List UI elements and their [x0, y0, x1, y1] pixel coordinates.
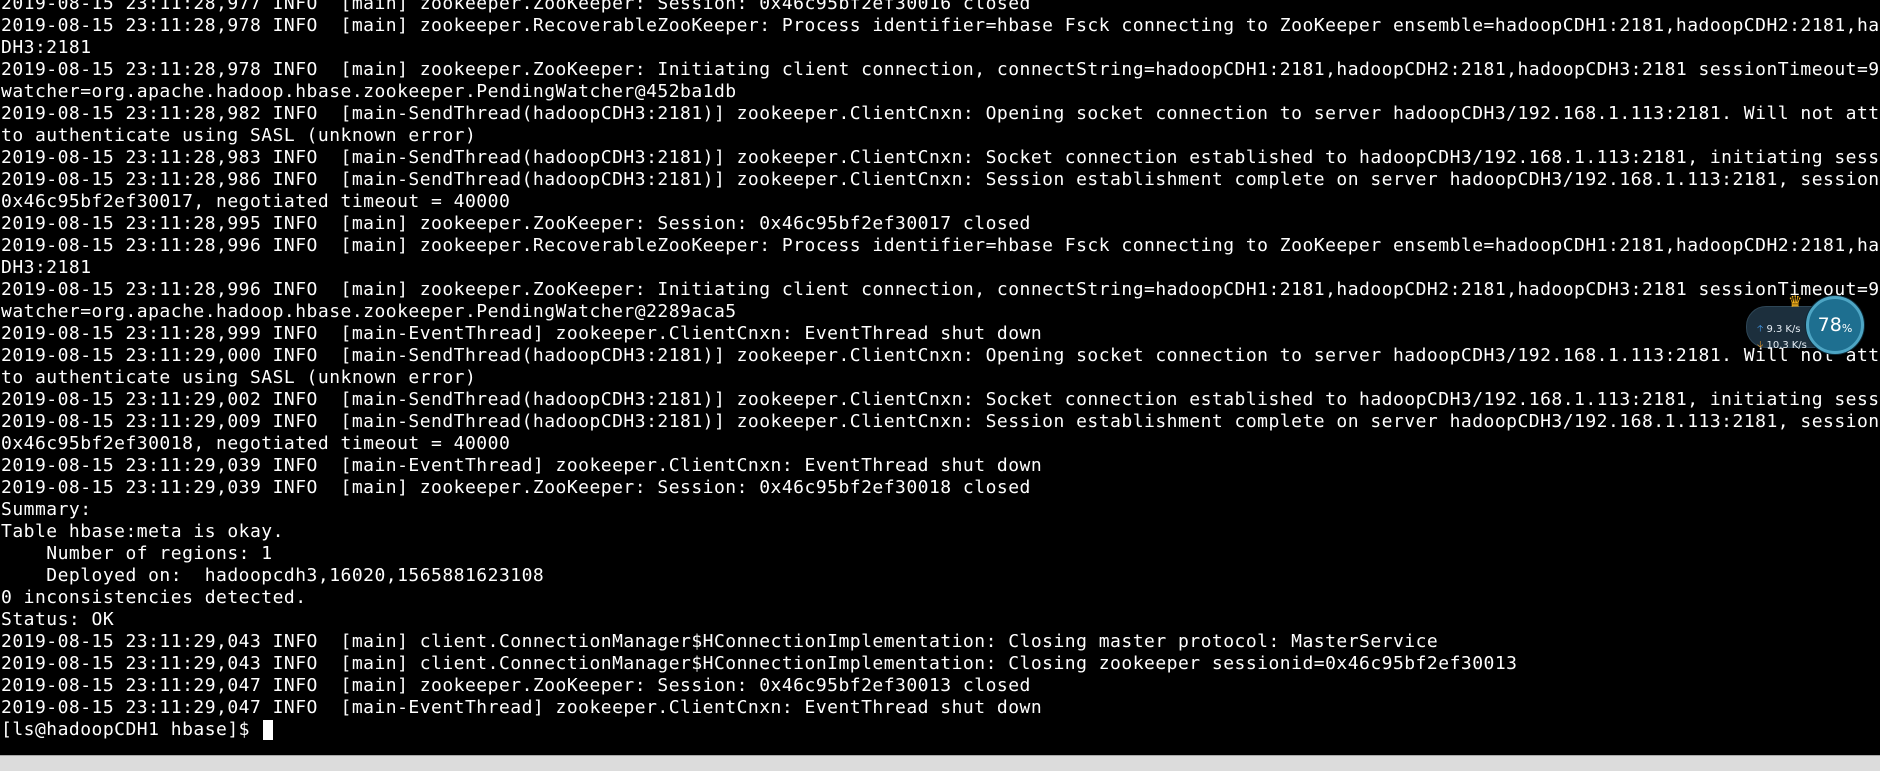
window-bottom-edge [0, 755, 1880, 771]
log-line: to authenticate using SASL (unknown erro… [1, 125, 477, 146]
log-line: 2019-08-15 23:11:28,977 INFO [main] zook… [1, 0, 1031, 14]
crown-icon: ♛ [1788, 294, 1803, 311]
log-line: 2019-08-15 23:11:28,978 INFO [main] zook… [1, 15, 1880, 36]
download-speed: 10.3 [1766, 339, 1789, 351]
upload-speed-row: 🡡 9.3 K/s [1757, 321, 1801, 337]
summary-line: Table hbase:meta is okay. [1, 521, 284, 542]
log-line: 2019-08-15 23:11:28,995 INFO [main] zook… [1, 213, 1031, 234]
log-line: 2019-08-15 23:11:29,039 INFO [main-Event… [1, 455, 1043, 476]
log-line: 2019-08-15 23:11:29,000 INFO [main-SendT… [1, 345, 1880, 366]
upload-speed: 9.3 [1766, 323, 1783, 335]
log-line: 2019-08-15 23:11:28,982 INFO [main-SendT… [1, 103, 1880, 124]
log-line: 2019-08-15 23:11:29,047 INFO [main] zook… [1, 675, 1031, 696]
log-line: 2019-08-15 23:11:29,002 INFO [main-SendT… [1, 389, 1880, 410]
log-line: 2019-08-15 23:11:28,996 INFO [main] zook… [1, 279, 1880, 300]
summary-line: Number of regions: 1 [1, 543, 273, 564]
log-line: 2019-08-15 23:11:29,009 INFO [main-SendT… [1, 411, 1880, 432]
summary-line: 0 inconsistencies detected. [1, 587, 307, 608]
log-line: 2019-08-15 23:11:28,999 INFO [main-Event… [1, 323, 1043, 344]
summary-line: Deployed on: hadoopcdh3,16020,1565881623… [1, 565, 545, 586]
log-line: 2019-08-15 23:11:28,978 INFO [main] zook… [1, 59, 1880, 80]
log-line: 2019-08-15 23:11:28,996 INFO [main] zook… [1, 235, 1880, 256]
percent-sign: % [1841, 321, 1853, 335]
prompt-text: [ls@hadoopCDH1 hbase]$ [1, 719, 262, 740]
log-line: 2019-08-15 23:11:29,043 INFO [main] clie… [1, 631, 1439, 652]
summary-heading: Summary: [1, 499, 92, 520]
arrow-up-icon: 🡡 [1757, 324, 1764, 334]
log-line: to authenticate using SASL (unknown erro… [1, 367, 477, 388]
text-cursor [263, 720, 274, 740]
log-line: 2019-08-15 23:11:29,047 INFO [main-Event… [1, 697, 1043, 718]
log-line: 2019-08-15 23:11:29,039 INFO [main] zook… [1, 477, 1031, 498]
log-line: watcher=org.apache.hadoop.hbase.zookeepe… [1, 81, 737, 102]
upload-unit: K/s [1785, 323, 1801, 335]
log-line: watcher=org.apache.hadoop.hbase.zookeepe… [1, 301, 737, 322]
terminal-window[interactable]: 2019-08-15 23:11:28,977 INFO [main] zook… [0, 0, 1880, 755]
network-speed-widget[interactable]: 🡡 9.3 K/s 🡣 10.3 K/s ♛ 78% [1746, 294, 1868, 356]
status-line: Status: OK [1, 609, 115, 630]
memory-usage-circle[interactable]: 78% [1806, 296, 1864, 354]
log-line: DH3:2181 [1, 257, 92, 278]
log-line: 0x46c95bf2ef30017, negotiated timeout = … [1, 191, 511, 212]
download-unit: K/s [1791, 339, 1807, 351]
log-line: 2019-08-15 23:11:29,043 INFO [main] clie… [1, 653, 1518, 674]
arrow-down-icon: 🡣 [1757, 340, 1764, 350]
log-line: DH3:2181 [1, 37, 92, 58]
download-speed-row: 🡣 10.3 K/s [1757, 337, 1807, 353]
log-line: 2019-08-15 23:11:28,986 INFO [main-SendT… [1, 169, 1880, 190]
command-prompt[interactable]: [ls@hadoopCDH1 hbase]$ [1, 719, 1880, 741]
log-line: 0x46c95bf2ef30018, negotiated timeout = … [1, 433, 511, 454]
log-line: 2019-08-15 23:11:28,983 INFO [main-SendT… [1, 147, 1880, 168]
terminal-output: 2019-08-15 23:11:28,977 INFO [main] zook… [1, 0, 1880, 741]
memory-percent: 78 [1817, 314, 1842, 336]
